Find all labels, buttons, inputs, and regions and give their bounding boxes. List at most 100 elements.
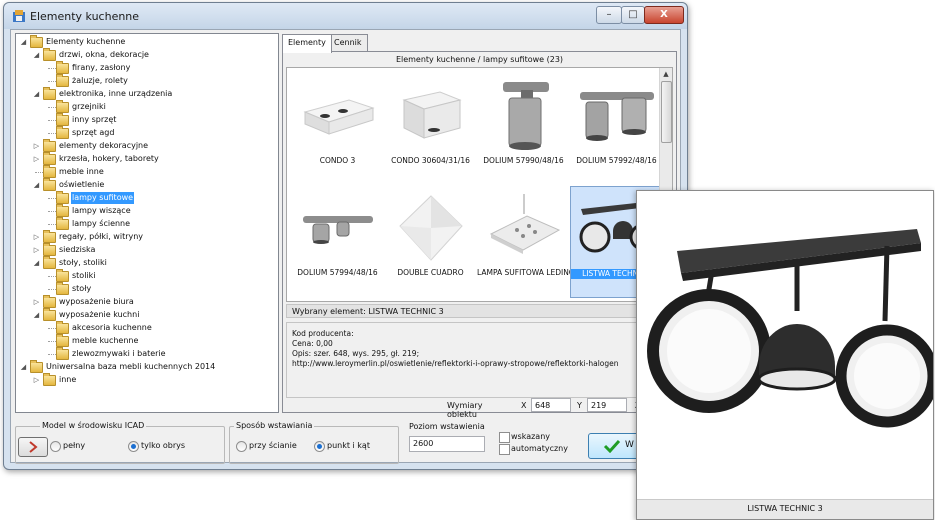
category-tree[interactable]: ◢ Elementy kuchenne ◢ drzwi, okna, dekoracj…	[15, 33, 279, 413]
gallery-item-double-cuadro[interactable]: DOUBLE CUADRO	[384, 186, 477, 296]
dolium-57990-thumb	[503, 82, 549, 150]
checkbox-automatic-label: automatyczny	[511, 444, 568, 453]
radio-outline-label: tylko obrys	[141, 441, 186, 450]
radio-outline[interactable]	[128, 441, 139, 452]
maximize-button[interactable]: □	[621, 6, 645, 24]
level-group: Poziom wstawienia 2600 wskazany automaty…	[403, 422, 581, 462]
scroll-thumb[interactable]	[661, 81, 672, 143]
folder-icon	[43, 48, 56, 61]
dim-x-input[interactable]: 648	[531, 398, 571, 412]
level-group-title: Poziom wstawienia	[407, 422, 487, 431]
expand-icon[interactable]: ▷	[33, 296, 40, 308]
radio-full-label: pełny	[63, 441, 86, 450]
radio-point-angle[interactable]	[314, 441, 325, 452]
folder-icon	[56, 126, 69, 139]
gallery-item-dolium-57990[interactable]: DOLIUM 57990/48/16	[477, 74, 570, 184]
tree-node-label: żaluzje, rolety	[72, 76, 128, 85]
minimize-button[interactable]: –	[596, 6, 622, 24]
tree-connector	[48, 120, 56, 121]
preview-popup: LISTWA TECHNIC 3	[636, 190, 934, 520]
gallery-item-label: DOLIUM 57994/48/16	[297, 268, 378, 277]
folder-icon	[43, 165, 56, 178]
dim-y-label: Y	[577, 401, 582, 410]
listwa-technic-preview	[647, 229, 933, 428]
gallery-item-dolium-57994[interactable]: DOLIUM 57994/48/16	[291, 186, 384, 296]
preview-label: LISTWA TECHNIC 3	[637, 499, 933, 519]
tree-node-label: stoły, stoliki	[59, 258, 107, 267]
gallery-item-label: DOLIUM 57990/48/16	[483, 156, 564, 165]
gallery-item-label: LAMPA SUFITOWA LEDINO	[477, 268, 575, 277]
close-button[interactable]: X	[644, 6, 684, 24]
gallery-item-ledino[interactable]: LAMPA SUFITOWA LEDINO	[477, 186, 575, 296]
folder-icon	[56, 334, 69, 347]
tab-elementy[interactable]: Elementy	[282, 34, 332, 53]
arrow-right-icon	[29, 441, 38, 453]
insert-group: Sposób wstawiania przy ścianie punkt i k…	[229, 421, 399, 464]
ledino-thumb	[489, 194, 561, 254]
checkbox-indicated[interactable]	[499, 432, 510, 443]
folder-icon	[43, 373, 56, 386]
price-text: Cena: 0,00	[292, 339, 333, 348]
condo-30604-thumb	[402, 91, 462, 139]
tree-node-label: sprzęt agd	[72, 128, 115, 137]
tab-cennik[interactable]: Cennik	[328, 34, 368, 52]
checkbox-automatic[interactable]	[499, 444, 510, 455]
tree-connector	[48, 107, 56, 108]
folder-icon	[30, 360, 43, 373]
folder-icon	[43, 152, 56, 165]
radio-wall[interactable]	[236, 441, 247, 452]
tree-connector	[48, 198, 56, 199]
gallery-item-dolium-57992[interactable]: DOLIUM 57992/48/16	[570, 74, 663, 184]
tree-node-label: zlewozmywaki i baterie	[72, 349, 166, 358]
dolium-57992-thumb	[580, 92, 654, 141]
collapse-icon[interactable]: ◢	[33, 179, 40, 191]
tree-node-label: Uniwersalna baza mebli kuchennych 2014	[46, 362, 216, 371]
folder-icon	[43, 308, 56, 321]
folder-icon	[56, 191, 69, 204]
tree-node-label: inne	[59, 375, 77, 384]
url-text: http://www.leroymerlin.pl/oswietlenie/re…	[292, 359, 619, 368]
tree-node-label: firany, zasłony	[72, 63, 131, 72]
folder-icon	[43, 230, 56, 243]
gallery-item-label: DOLIUM 57992/48/16	[576, 156, 657, 165]
folder-icon	[56, 204, 69, 217]
producer-code: Kod producenta:	[292, 329, 354, 338]
gallery-item-label: CONDO 30604/31/16	[391, 156, 470, 165]
level-input[interactable]: 2600	[409, 436, 485, 452]
folder-icon	[43, 256, 56, 269]
tree-connector	[48, 341, 56, 342]
collapse-icon[interactable]: ◢	[20, 361, 27, 373]
collapse-icon[interactable]: ◢	[33, 257, 40, 269]
scroll-up-icon[interactable]: ▲	[660, 68, 672, 80]
collapse-icon[interactable]: ◢	[33, 49, 40, 61]
model-toggle-button[interactable]	[18, 437, 48, 457]
folder-icon	[56, 282, 69, 295]
tree-connector	[48, 68, 56, 69]
radio-point-angle-label: punkt i kąt	[327, 441, 370, 450]
dim-y-input[interactable]: 219	[587, 398, 627, 412]
gallery-item-condo-3[interactable]: CONDO 3	[291, 74, 384, 184]
collapse-icon[interactable]: ◢	[20, 36, 27, 48]
expand-icon[interactable]: ▷	[33, 140, 40, 152]
dim-x-label: X	[521, 401, 527, 410]
expand-icon[interactable]: ▷	[33, 374, 40, 386]
collapse-icon[interactable]: ◢	[33, 309, 40, 321]
radio-wall-label: przy ścianie	[249, 441, 297, 450]
tree-node-label: elementy dekoracyjne	[59, 141, 149, 150]
tree-node-label: wyposażenie biura	[59, 297, 134, 306]
expand-icon[interactable]: ▷	[33, 231, 40, 243]
element-info: Kod producenta: Cena: 0,00 Opis: szer. 6…	[286, 322, 671, 398]
tree-connector	[48, 81, 56, 82]
dimensions-label: Wymiary obiektu	[447, 401, 483, 419]
title-bar[interactable]: Elementy kuchenne – □ X	[4, 3, 687, 29]
expand-icon[interactable]: ▷	[33, 153, 40, 165]
folder-icon	[30, 35, 43, 48]
folder-icon	[43, 87, 56, 100]
collapse-icon[interactable]: ◢	[33, 88, 40, 100]
gallery-item-label: CONDO 3	[319, 156, 356, 165]
expand-icon[interactable]: ▷	[33, 244, 40, 256]
tree-node-label: Elementy kuchenne	[46, 37, 126, 46]
tree-node-label: drzwi, okna, dekoracje	[59, 50, 149, 59]
radio-full[interactable]	[50, 441, 61, 452]
gallery-item-condo-30604[interactable]: CONDO 30604/31/16	[384, 74, 477, 184]
